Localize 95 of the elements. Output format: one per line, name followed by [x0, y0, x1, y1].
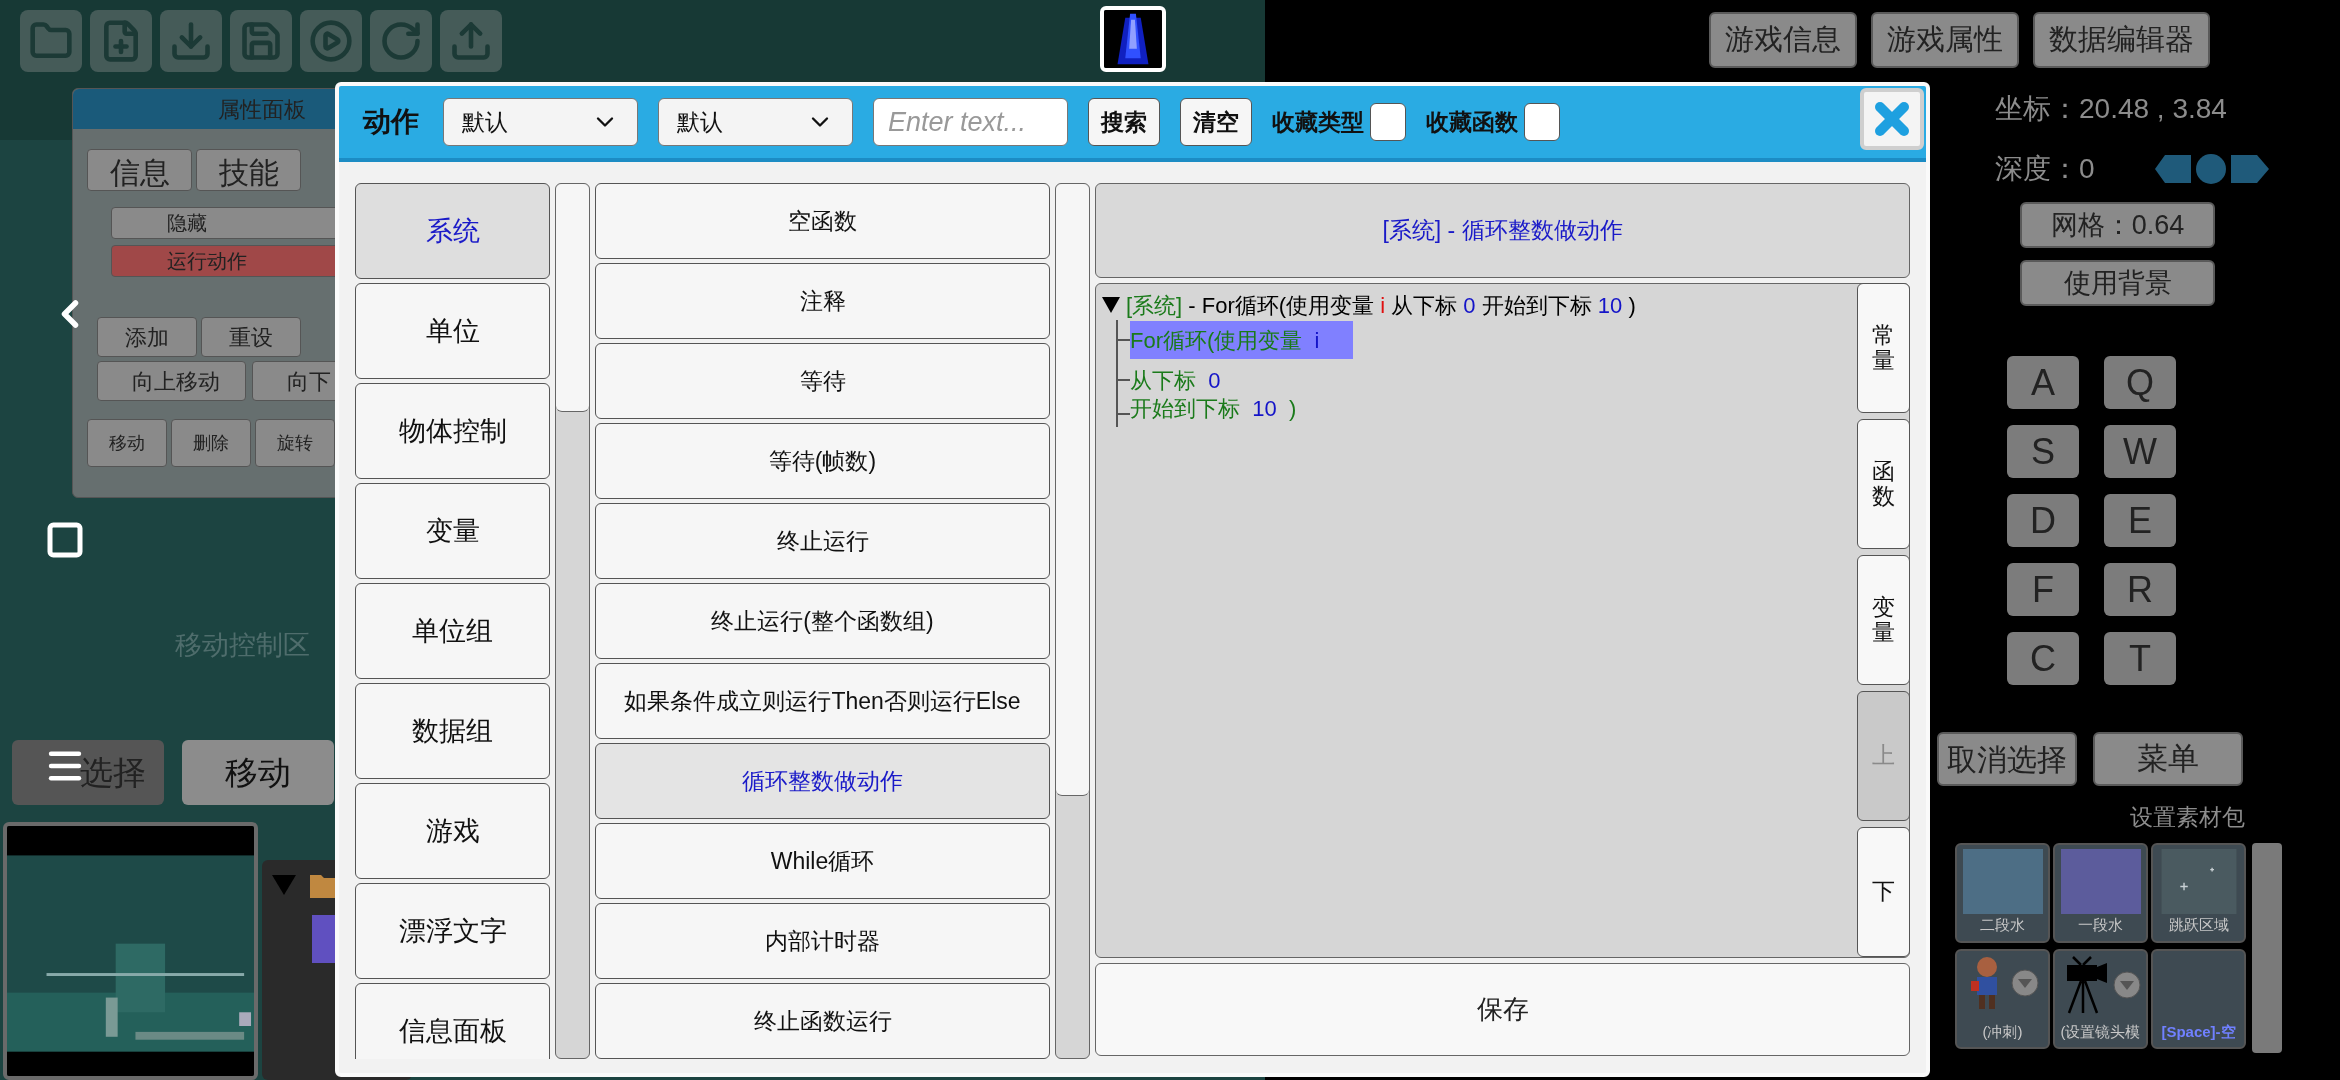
- category-item[interactable]: 变量: [355, 483, 550, 579]
- side-tab[interactable]: 下: [1857, 827, 1910, 957]
- file-plus-icon[interactable]: [90, 10, 152, 72]
- panel-tab[interactable]: 技能: [196, 149, 301, 191]
- asset-pack-label: 设置素材包: [2130, 803, 2245, 832]
- category-item[interactable]: 系统: [355, 183, 550, 279]
- asset-tile[interactable]: (设置镜头模: [2053, 949, 2148, 1049]
- scrollbar[interactable]: [2252, 842, 2282, 1053]
- side-tab[interactable]: 变量: [1857, 555, 1910, 685]
- checkbox[interactable]: [1370, 103, 1406, 141]
- key-button[interactable]: E: [2104, 494, 2176, 547]
- asset-tile[interactable]: (冲刺): [1955, 949, 2050, 1049]
- expanded-triangle-icon[interactable]: [1102, 296, 1120, 314]
- filter-dropdown[interactable]: 默认: [658, 98, 853, 146]
- folder-icon[interactable]: [20, 10, 82, 72]
- upload-icon[interactable]: [440, 10, 502, 72]
- tree-child-label[interactable]: For循环(使用变量 i: [1130, 321, 1354, 359]
- asset-tile[interactable]: 二段水: [1955, 842, 2050, 943]
- save-icon[interactable]: [230, 10, 292, 72]
- function-item[interactable]: 终止运行(整个函数组): [595, 583, 1050, 659]
- dropdown-icon[interactable]: [2010, 969, 2039, 997]
- panel-button[interactable]: 向上移动: [97, 361, 246, 401]
- panel-button[interactable]: 重设: [201, 317, 301, 357]
- key-button[interactable]: T: [2104, 632, 2176, 685]
- key-button[interactable]: F: [2007, 563, 2079, 616]
- asset-tile[interactable]: 一段水: [2053, 842, 2148, 943]
- asset-label: 一段水: [2078, 915, 2123, 935]
- function-item[interactable]: 等待(帧数): [595, 423, 1050, 499]
- scrollbar-thumb[interactable]: [1056, 184, 1089, 796]
- panel-button[interactable]: 旋转: [255, 419, 335, 467]
- top-button[interactable]: 游戏属性: [1871, 12, 2019, 68]
- key-button[interactable]: A: [2007, 356, 2079, 409]
- panel-button[interactable]: 删除: [171, 419, 251, 467]
- depth-arrows-icon[interactable]: [2155, 153, 2270, 185]
- coordinates-text: 坐标：20.48 , 3.84: [1995, 92, 2228, 126]
- dialog-button[interactable]: 搜索: [1088, 98, 1160, 146]
- key-button[interactable]: W: [2104, 425, 2176, 478]
- asset-label: 跳跃区域: [2168, 915, 2229, 935]
- category-item[interactable]: 游戏: [355, 783, 550, 879]
- top-button[interactable]: 游戏信息: [1709, 12, 1857, 68]
- function-item[interactable]: 循环整数做动作: [595, 743, 1050, 819]
- filter-dropdown[interactable]: 默认: [443, 98, 638, 146]
- function-item[interactable]: 终止运行: [595, 503, 1050, 579]
- function-item[interactable]: 空函数: [595, 183, 1050, 259]
- side-tab[interactable]: 常量: [1857, 283, 1910, 413]
- scrollbar-thumb[interactable]: [556, 184, 589, 412]
- panel-tab[interactable]: 信息: [87, 149, 192, 191]
- dialog-button[interactable]: 清空: [1180, 98, 1252, 146]
- tree-child-label[interactable]: 从下标 0: [1130, 361, 1255, 399]
- function-item[interactable]: 终止函数运行: [595, 983, 1050, 1059]
- key-button[interactable]: C: [2007, 632, 2079, 685]
- function-item[interactable]: While循环: [595, 823, 1050, 899]
- menu-button[interactable]: 菜单: [2093, 732, 2243, 786]
- function-item[interactable]: 等待: [595, 343, 1050, 419]
- dropdown-icon[interactable]: [2112, 971, 2141, 999]
- function-item[interactable]: 如果条件成立则运行Then否则运行Else: [595, 663, 1050, 739]
- category-item[interactable]: 数据组: [355, 683, 550, 779]
- category-item[interactable]: 物体控制: [355, 383, 550, 479]
- checkbox[interactable]: [1524, 103, 1560, 141]
- category-item[interactable]: 漂浮文字: [355, 883, 550, 979]
- expand-triangle-icon[interactable]: [272, 875, 296, 895]
- asset-label: 二段水: [1980, 915, 2025, 935]
- category-item[interactable]: 单位组: [355, 583, 550, 679]
- depth-text: 深度：0: [1995, 152, 2096, 186]
- function-item[interactable]: 内部计时器: [595, 903, 1050, 979]
- key-button[interactable]: S: [2007, 425, 2079, 478]
- search-field[interactable]: Enter text...: [873, 98, 1068, 146]
- refresh-icon[interactable]: [370, 10, 432, 72]
- play-icon[interactable]: [300, 10, 362, 72]
- tree-node-label[interactable]: [系统] - For循环(使用变量 i 从下标 0 开始到下标 10 ): [1126, 288, 1636, 322]
- panel-button[interactable]: 添加: [97, 317, 197, 357]
- download-icon[interactable]: [160, 10, 222, 72]
- key-button[interactable]: Q: [2104, 356, 2176, 409]
- panel-button[interactable]: 移动: [87, 419, 167, 467]
- save-button[interactable]: 保存: [1095, 963, 1910, 1056]
- asset-label: [Space]-空: [2161, 1021, 2236, 1042]
- grid-button[interactable]: 网格：0.64: [2020, 202, 2215, 248]
- category-item[interactable]: 信息面板: [355, 983, 550, 1059]
- key-button[interactable]: R: [2104, 563, 2176, 616]
- close-button[interactable]: [1860, 88, 1924, 150]
- category-item[interactable]: 单位: [355, 283, 550, 379]
- function-item[interactable]: 注释: [595, 263, 1050, 339]
- cancel-selection-button[interactable]: 取消选择: [1937, 732, 2077, 786]
- home-icon[interactable]: [45, 520, 85, 560]
- function-heading: [系统] - 循环整数做动作: [1095, 183, 1910, 278]
- key-button[interactable]: D: [2007, 494, 2079, 547]
- side-tab[interactable]: 函数: [1857, 419, 1910, 549]
- asset-tile[interactable]: 跳跃区域: [2151, 842, 2246, 943]
- asset-label: (设置镜头模: [2060, 1021, 2141, 1042]
- top-button[interactable]: 数据编辑器: [2033, 12, 2210, 68]
- asset-label: (冲刺): [1982, 1021, 2023, 1042]
- background-button[interactable]: 使用背景: [2020, 260, 2215, 306]
- favorite-label: 收藏函数: [1426, 107, 1518, 137]
- favorite-label: 收藏类型: [1272, 107, 1364, 137]
- mode-button[interactable]: 移动: [182, 740, 334, 805]
